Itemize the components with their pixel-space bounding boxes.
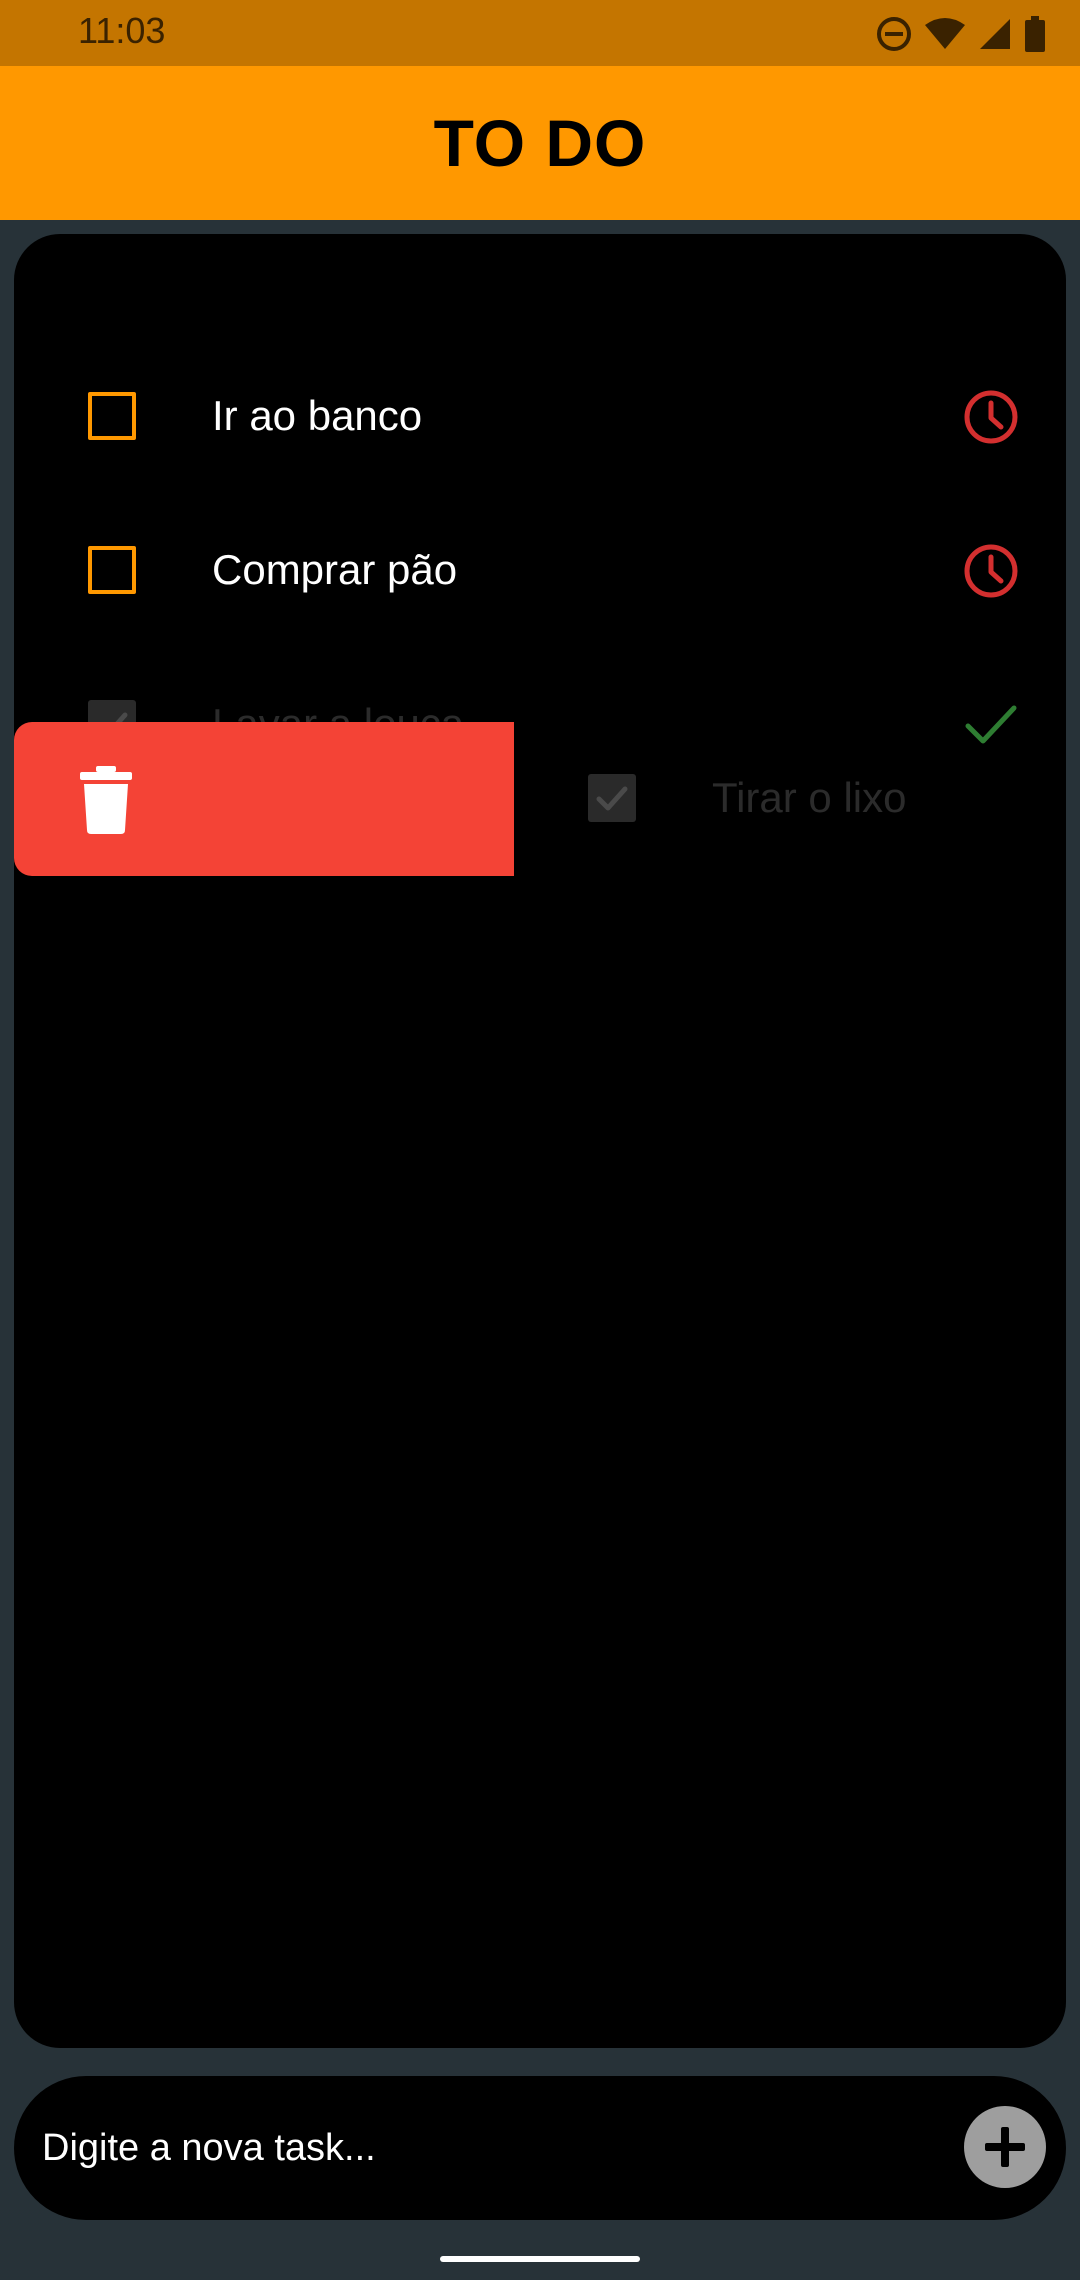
cellular-signal-icon xyxy=(980,19,1010,49)
checkbox-check-icon xyxy=(596,786,628,811)
status-time: 11:03 xyxy=(78,10,166,51)
task-label: Comprar pão xyxy=(212,546,458,593)
do-not-disturb-icon xyxy=(877,17,911,51)
task-label: Ir ao banco xyxy=(212,392,423,439)
gesture-nav-handle[interactable] xyxy=(440,2256,640,2262)
list-item[interactable]: Ir ao banco xyxy=(14,340,1066,494)
clock-icon xyxy=(964,390,1018,444)
swiped-task-content[interactable]: Tirar o lixo xyxy=(514,722,1066,876)
task-checkbox[interactable] xyxy=(88,392,136,440)
status-icons xyxy=(876,14,1046,54)
new-task-bar xyxy=(14,2076,1066,2220)
wifi-icon xyxy=(925,18,965,49)
new-task-input[interactable] xyxy=(42,2116,942,2180)
battery-icon xyxy=(1025,16,1045,52)
task-list: Ir ao banco Comprar pão Lavar a louça xyxy=(14,234,1066,2048)
add-task-button[interactable] xyxy=(964,2106,1046,2188)
trash-icon xyxy=(80,766,132,834)
delete-swipe-background[interactable] xyxy=(14,722,514,876)
clock-icon xyxy=(964,544,1018,598)
page-title: TO DO xyxy=(433,106,647,180)
app-bar: TO DO xyxy=(0,66,1080,220)
task-checkbox[interactable] xyxy=(588,774,636,822)
task-label: Tirar o lixo xyxy=(712,774,907,821)
list-item[interactable]: Comprar pão xyxy=(14,494,1066,648)
status-bar: 11:03 xyxy=(0,0,1080,66)
plus-icon xyxy=(985,2127,1025,2167)
list-item[interactable]: Tirar o lixo xyxy=(14,722,1066,876)
task-checkbox[interactable] xyxy=(88,546,136,594)
